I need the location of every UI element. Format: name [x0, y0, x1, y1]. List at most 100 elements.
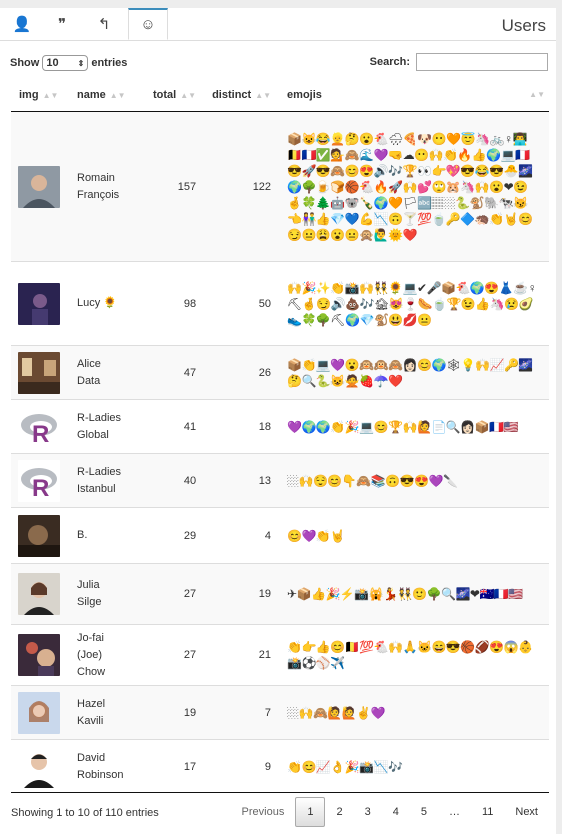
table-row: B. 29 4 😊💜👏🤘 [11, 507, 549, 564]
table-info: Showing 1 to 10 of 110 entries [11, 807, 159, 819]
table-footer: Showing 1 to 10 of 110 entries Previous … [11, 792, 549, 827]
table-row: Jo-fai (Joe) Chow 27 21 👏👉👍😊🇧🇪💯🐔🙌🙏🐱😄😎🏀🏈😍😱👶📸⚽⚾… [11, 624, 549, 686]
show-label: Show [10, 57, 40, 69]
name-line-2: Robinson [77, 769, 124, 782]
search-control: Search: [370, 53, 548, 71]
avatar [18, 691, 60, 734]
avatar [18, 634, 60, 676]
page-button-11[interactable]: 11 [471, 798, 504, 826]
emojis-cell: 👏👉👍😊🇧🇪💯🐔🙌🙏🐱😄😎🏀🏈😍😱👶📸⚽⚾✈️ [279, 624, 549, 686]
next-button[interactable]: Next [504, 798, 549, 826]
avatar-cell [11, 507, 69, 564]
avatar-cell [11, 739, 69, 795]
name-cell: R-Ladies Global [69, 399, 145, 454]
emojis-cell: 📦👏💻💜😮🙉🙉🙈👩🏻😊🌍🕸💡🙌📈🔑🌌🤔🔍🐍😺🙅🍓☂️❤️ [279, 345, 549, 400]
name-line-1: Julia [77, 579, 100, 591]
total-cell: 29 [145, 507, 205, 564]
column-header-distinct[interactable]: distinct ▲▼ [204, 78, 280, 112]
avatar-cell [11, 685, 69, 740]
name-line-2: Silge [77, 596, 102, 608]
previous-button[interactable]: Previous [231, 798, 296, 826]
emojis-cell: ✈📦👍🎉⚡📸🙀💃👯🙂🌳🔍🌌❤🇦🇺🇫🇷🇺🇸 [279, 563, 549, 625]
distinct-cell: 122 [204, 111, 280, 262]
avatar-cell: R [11, 453, 69, 508]
avatar-cell [11, 345, 69, 400]
distinct-cell: 21 [204, 624, 280, 686]
distinct-cell: 50 [204, 261, 280, 346]
entries-value: 10 [46, 57, 59, 69]
column-header-img[interactable]: img ▲▼ [11, 78, 69, 112]
emojis-cell: 🏼🙌😌😊👇🙈📚🙃😎😍💜🔪 [279, 453, 549, 508]
table-row: Alice Data 47 26 📦👏💻💜😮🙉🙉🙈👩🏻😊🌍🕸💡🙌📈🔑🌌🤔🔍🐍😺🙅🍓☂️❤… [11, 345, 549, 400]
avatar-cell [11, 624, 69, 686]
emojis-cell: 🏼🙌🙈🙋🙋✌💜 [279, 685, 549, 740]
column-header-total[interactable]: total ▲▼ [145, 78, 205, 112]
distinct-cell: 19 [204, 563, 280, 625]
avatar-cell: R [11, 399, 69, 454]
emojis-cell: 🙌🎉✨👏📸🙌👯🌻💻✔🎤📦🐔🌍😍👗☕♀⛏🤞😏🔊💩🎶🏚😻🍷🌭🍵🏆😉👍🦄😢🥑👟🍀🌳⛏🌍… [279, 261, 549, 346]
header-row: img ▲▼ name ▲▼ total ▲▼ distinct ▲▼ emojis ▲▼ [11, 78, 549, 112]
avatar [18, 746, 60, 789]
avatar: R [18, 459, 60, 502]
name-line-2: François [77, 188, 120, 201]
total-cell: 27 [145, 563, 205, 625]
search-input[interactable] [416, 53, 548, 71]
total-cell: 98 [145, 261, 205, 346]
table-row: R R-Ladies Global 41 18 💜🌍🌍👏🎉💻😊🏆🙌🙋📄🔍👩🏻📦🇫🇷🇺🇸 [11, 399, 549, 454]
avatar: R [18, 405, 60, 448]
pagination: Previous 1 2 3 4 5 … 11 Next [231, 797, 549, 827]
name-line-2: Kavili [77, 714, 104, 727]
quote-icon[interactable]: ❞ [40, 8, 84, 40]
table-controls: Show 10 ⇕ entries Search: [0, 41, 556, 79]
total-cell: 19 [145, 685, 205, 740]
emojis-cell: 📦😺😂👱🤔😮🐔🌧🍕🐶😶🧡😇🦄🚲♀👨‍💻🇧🇪🇫🇷✅💁🙈🌊💜🤜☁😶🙌👏🔥👍🌍💻🇫🇷😎… [279, 111, 549, 262]
page-button-5[interactable]: 5 [410, 798, 438, 826]
name-cell: Lucy 🌻 [69, 261, 145, 346]
avatar [18, 514, 60, 557]
user-icon[interactable]: 👤 [0, 8, 44, 40]
table-row: R R-Ladies Istanbul 40 13 🏼🙌😌😊👇🙈📚🙃😎😍💜🔪 [11, 453, 549, 508]
table-row: Julia Silge 27 19 ✈📦👍🎉⚡📸🙀💃👯🙂🌳🔍🌌❤🇦🇺🇫🇷🇺🇸 [11, 563, 549, 625]
name-line-1: Jo-fai [77, 631, 104, 644]
avatar [18, 165, 60, 208]
name-cell: Alice Data [69, 345, 145, 400]
page-title: Users [501, 16, 546, 35]
total-cell: 47 [145, 345, 205, 400]
svg-text:R: R [32, 421, 49, 448]
name-cell: B. [69, 507, 145, 564]
name-line-1: R-Ladies [77, 411, 122, 424]
page-button-4[interactable]: 4 [382, 798, 410, 826]
table-row: Hazel Kavili 19 7 🏼🙌🙈🙋🙋✌💜 [11, 685, 549, 740]
reply-icon[interactable]: ↰ [82, 8, 126, 40]
total-cell: 17 [145, 739, 205, 795]
name-line-1: Alice [77, 357, 101, 370]
select-arrows-icon: ⇕ [77, 58, 85, 68]
distinct-cell: 9 [204, 739, 280, 795]
table-row: Romain François 157 122 📦😺😂👱🤔😮🐔🌧🍕🐶😶🧡😇🦄🚲♀👨‍💻🇧… [11, 111, 549, 262]
emojis-cell: 😊💜👏🤘 [279, 507, 549, 564]
name-line-1: R-Ladies [77, 465, 122, 478]
total-cell: 40 [145, 453, 205, 508]
entries-select[interactable]: 10 ⇕ [42, 55, 89, 71]
page-button-1[interactable]: 1 [295, 797, 326, 827]
name-line-2: Global [77, 428, 109, 441]
name-line-1: Hazel [77, 697, 106, 710]
distinct-cell: 13 [204, 453, 280, 508]
total-cell: 157 [145, 111, 205, 262]
emojis-cell: 👏😊📈👌🎉📸📉🎶 [279, 739, 549, 795]
name-line-1: Romain [77, 171, 115, 184]
emojis-cell: 💜🌍🌍👏🎉💻😊🏆🙌🙋📄🔍👩🏻📦🇫🇷🇺🇸 [279, 399, 549, 454]
page-button-3[interactable]: 3 [354, 798, 382, 826]
name-line-2: Data [77, 374, 101, 387]
avatar [18, 282, 60, 325]
name-line-1: David [77, 752, 106, 765]
page-button-2[interactable]: 2 [325, 798, 353, 826]
total-cell: 27 [145, 624, 205, 686]
svg-text:R: R [32, 475, 49, 502]
column-header-emojis[interactable]: emojis ▲▼ [279, 78, 549, 112]
distinct-cell: 18 [204, 399, 280, 454]
smiley-icon[interactable]: ☺ [128, 8, 168, 40]
distinct-cell: 26 [204, 345, 280, 400]
search-label: Search: [369, 56, 410, 68]
column-header-name[interactable]: name ▲▼ [69, 78, 145, 112]
